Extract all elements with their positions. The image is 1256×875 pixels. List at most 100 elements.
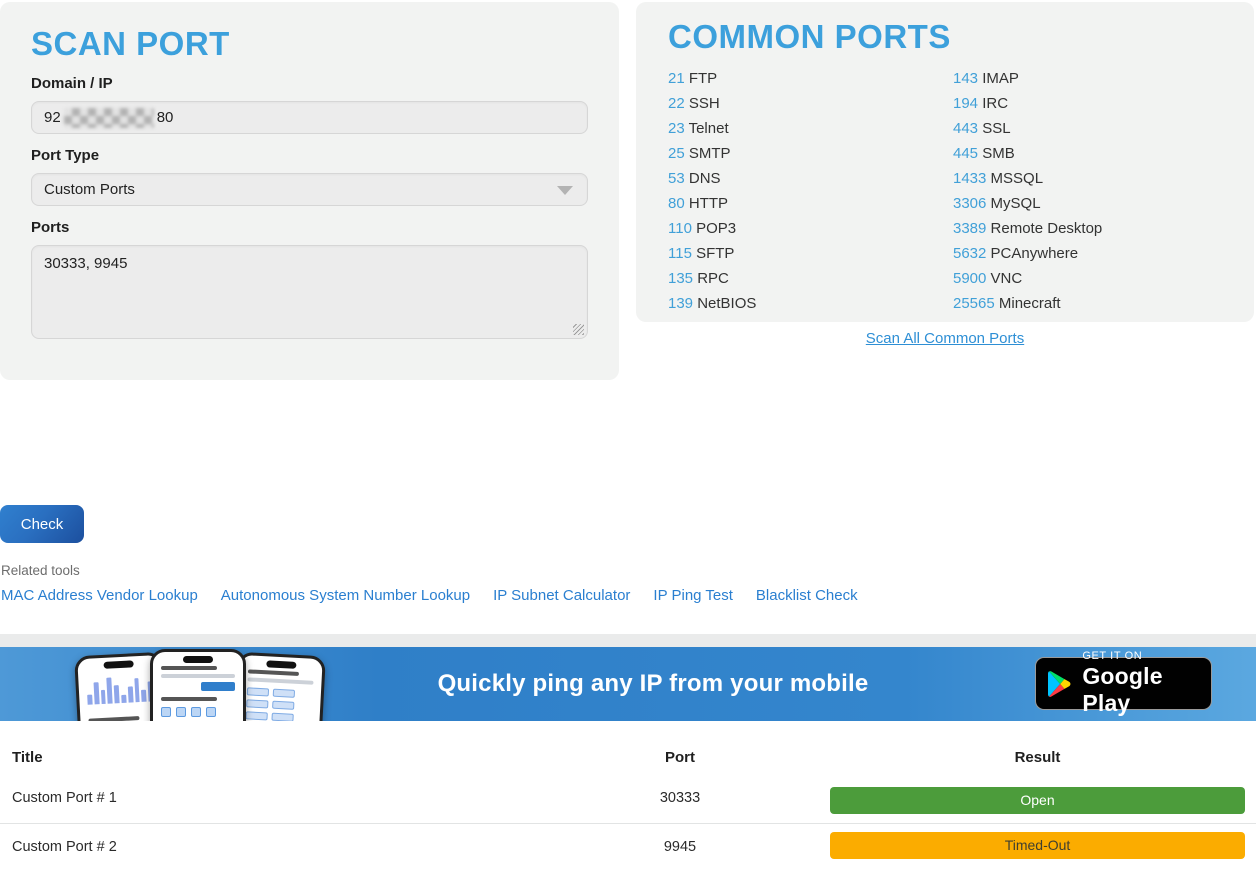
port-name: Remote Desktop — [991, 220, 1103, 237]
badge-google-play: Google Play — [1082, 663, 1199, 717]
list-item: 23 Telnet — [668, 116, 953, 141]
domain-ip-label: Domain / IP — [31, 75, 588, 92]
scan-port-panel: SCAN PORT Domain / IP 9280 Port Type Cus… — [0, 2, 619, 380]
domain-ip-value-suffix: 80 — [157, 109, 174, 126]
port-name: SSL — [982, 120, 1010, 137]
list-item: 5900 VNC — [953, 266, 1233, 291]
port-name: VNC — [991, 270, 1023, 287]
port-number-link[interactable]: 53 — [668, 170, 685, 187]
chevron-down-icon — [557, 186, 573, 195]
status-badge-timeout: Timed-Out — [830, 832, 1245, 859]
list-item: 22 SSH — [668, 91, 953, 116]
mini-bar-chart — [86, 671, 153, 704]
scan-all-common-ports-link[interactable]: Scan All Common Ports — [866, 330, 1024, 347]
google-play-badge[interactable]: GET IT ON Google Play — [1035, 657, 1212, 710]
port-number-link[interactable]: 22 — [668, 95, 685, 112]
port-name: NetBIOS — [697, 295, 756, 312]
mini-icon-grid — [161, 707, 235, 717]
port-number-link[interactable]: 1433 — [953, 170, 986, 187]
common-ports-column-left: 21 FTP 22 SSH 23 Telnet 25 SMTP 53 DNS 8… — [668, 66, 953, 316]
ports-textarea[interactable]: 30333, 9945 — [31, 245, 588, 339]
port-name: POP3 — [696, 220, 736, 237]
column-header-port: Port — [620, 749, 740, 766]
mobile-app-banner: Quickly ping any IP from your mobile GET… — [0, 647, 1256, 721]
list-item: 143 IMAP — [953, 66, 1233, 91]
scan-port-title: SCAN PORT — [31, 26, 588, 62]
column-header-title: Title — [12, 749, 43, 766]
port-number-link[interactable]: 23 — [668, 120, 685, 137]
port-number-link[interactable]: 110 — [668, 220, 692, 237]
common-ports-column-right: 143 IMAP 194 IRC 443 SSL 445 SMB 1433 MS… — [953, 66, 1233, 316]
badge-get-it-on: GET IT ON — [1082, 650, 1199, 663]
list-item: 139 NetBIOS — [668, 291, 953, 316]
google-play-badge-text: GET IT ON Google Play — [1082, 650, 1199, 717]
check-button[interactable]: Check — [0, 505, 84, 543]
port-number-link[interactable]: 135 — [668, 270, 693, 287]
port-name: HTTP — [689, 195, 728, 212]
ports-value: 30333, 9945 — [44, 255, 127, 272]
port-type-select[interactable]: Custom Ports — [31, 173, 588, 206]
link-ip-subnet-calculator[interactable]: IP Subnet Calculator — [493, 587, 630, 604]
domain-ip-masked-segment — [64, 108, 154, 128]
port-name: MSSQL — [991, 170, 1044, 187]
link-autonomous-system-number-lookup[interactable]: Autonomous System Number Lookup — [221, 587, 470, 604]
port-number-link[interactable]: 5900 — [953, 270, 986, 287]
link-ip-ping-test[interactable]: IP Ping Test — [653, 587, 733, 604]
result-row-port: 30333 — [620, 790, 740, 806]
port-type-selected-value: Custom Ports — [44, 181, 135, 198]
port-name: FTP — [689, 70, 717, 87]
port-number-link[interactable]: 3389 — [953, 220, 986, 237]
port-number-link[interactable]: 25565 — [953, 295, 995, 312]
port-number-link[interactable]: 80 — [668, 195, 685, 212]
related-tools-links: MAC Address Vendor Lookup Autonomous Sys… — [1, 587, 858, 604]
common-ports-list: 21 FTP 22 SSH 23 Telnet 25 SMTP 53 DNS 8… — [668, 66, 1254, 316]
mini-button — [201, 682, 235, 691]
result-row-title: Custom Port # 1 — [12, 790, 117, 806]
list-item: 21 FTP — [668, 66, 953, 91]
phone-notch — [103, 660, 133, 669]
common-ports-panel: COMMON PORTS 21 FTP 22 SSH 23 Telnet 25 … — [636, 2, 1254, 322]
link-blacklist-check[interactable]: Blacklist Check — [756, 587, 858, 604]
divider-strip — [0, 634, 1256, 647]
port-name: SFTP — [696, 245, 734, 262]
resize-handle-icon[interactable] — [573, 324, 584, 335]
domain-ip-input[interactable]: 92 80 — [31, 101, 588, 134]
list-item: 3389 Remote Desktop — [953, 216, 1233, 241]
port-number-link[interactable]: 194 — [953, 95, 978, 112]
list-item: 443 SSL — [953, 116, 1233, 141]
port-number-link[interactable]: 3306 — [953, 195, 986, 212]
port-number-link[interactable]: 5632 — [953, 245, 986, 262]
phone-notch — [183, 656, 213, 663]
port-number-link[interactable]: 443 — [953, 120, 978, 137]
ports-label: Ports — [31, 219, 588, 236]
phone-mockup-center — [150, 649, 246, 721]
list-item: 1433 MSSQL — [953, 166, 1233, 191]
port-name: DNS — [689, 170, 721, 187]
port-number-link[interactable]: 143 — [953, 70, 978, 87]
scan-all-wrap: Scan All Common Ports — [636, 330, 1254, 348]
port-name: IRC — [982, 95, 1008, 112]
list-item: 135 RPC — [668, 266, 953, 291]
link-mac-address-vendor-lookup[interactable]: MAC Address Vendor Lookup — [1, 587, 198, 604]
port-name: SMB — [982, 145, 1015, 162]
port-name: MySQL — [991, 195, 1041, 212]
port-number-link[interactable]: 115 — [668, 245, 692, 262]
port-number-link[interactable]: 139 — [668, 295, 693, 312]
list-item: 25 SMTP — [668, 141, 953, 166]
domain-ip-value-prefix: 92 — [44, 109, 61, 126]
result-row-title: Custom Port # 2 — [12, 839, 117, 855]
column-header-result: Result — [830, 749, 1245, 766]
list-item: 53 DNS — [668, 166, 953, 191]
port-number-link[interactable]: 25 — [668, 145, 685, 162]
list-item: 5632 PCAnywhere — [953, 241, 1233, 266]
port-number-link[interactable]: 445 — [953, 145, 978, 162]
port-number-link[interactable]: 21 — [668, 70, 685, 87]
list-item: 194 IRC — [953, 91, 1233, 116]
status-badge-open: Open — [830, 787, 1245, 814]
result-row-port: 9945 — [620, 839, 740, 855]
row-divider — [0, 823, 1256, 824]
port-name: Telnet — [689, 120, 729, 137]
list-item: 3306 MySQL — [953, 191, 1233, 216]
port-name: SMTP — [689, 145, 731, 162]
list-item: 115 SFTP — [668, 241, 953, 266]
